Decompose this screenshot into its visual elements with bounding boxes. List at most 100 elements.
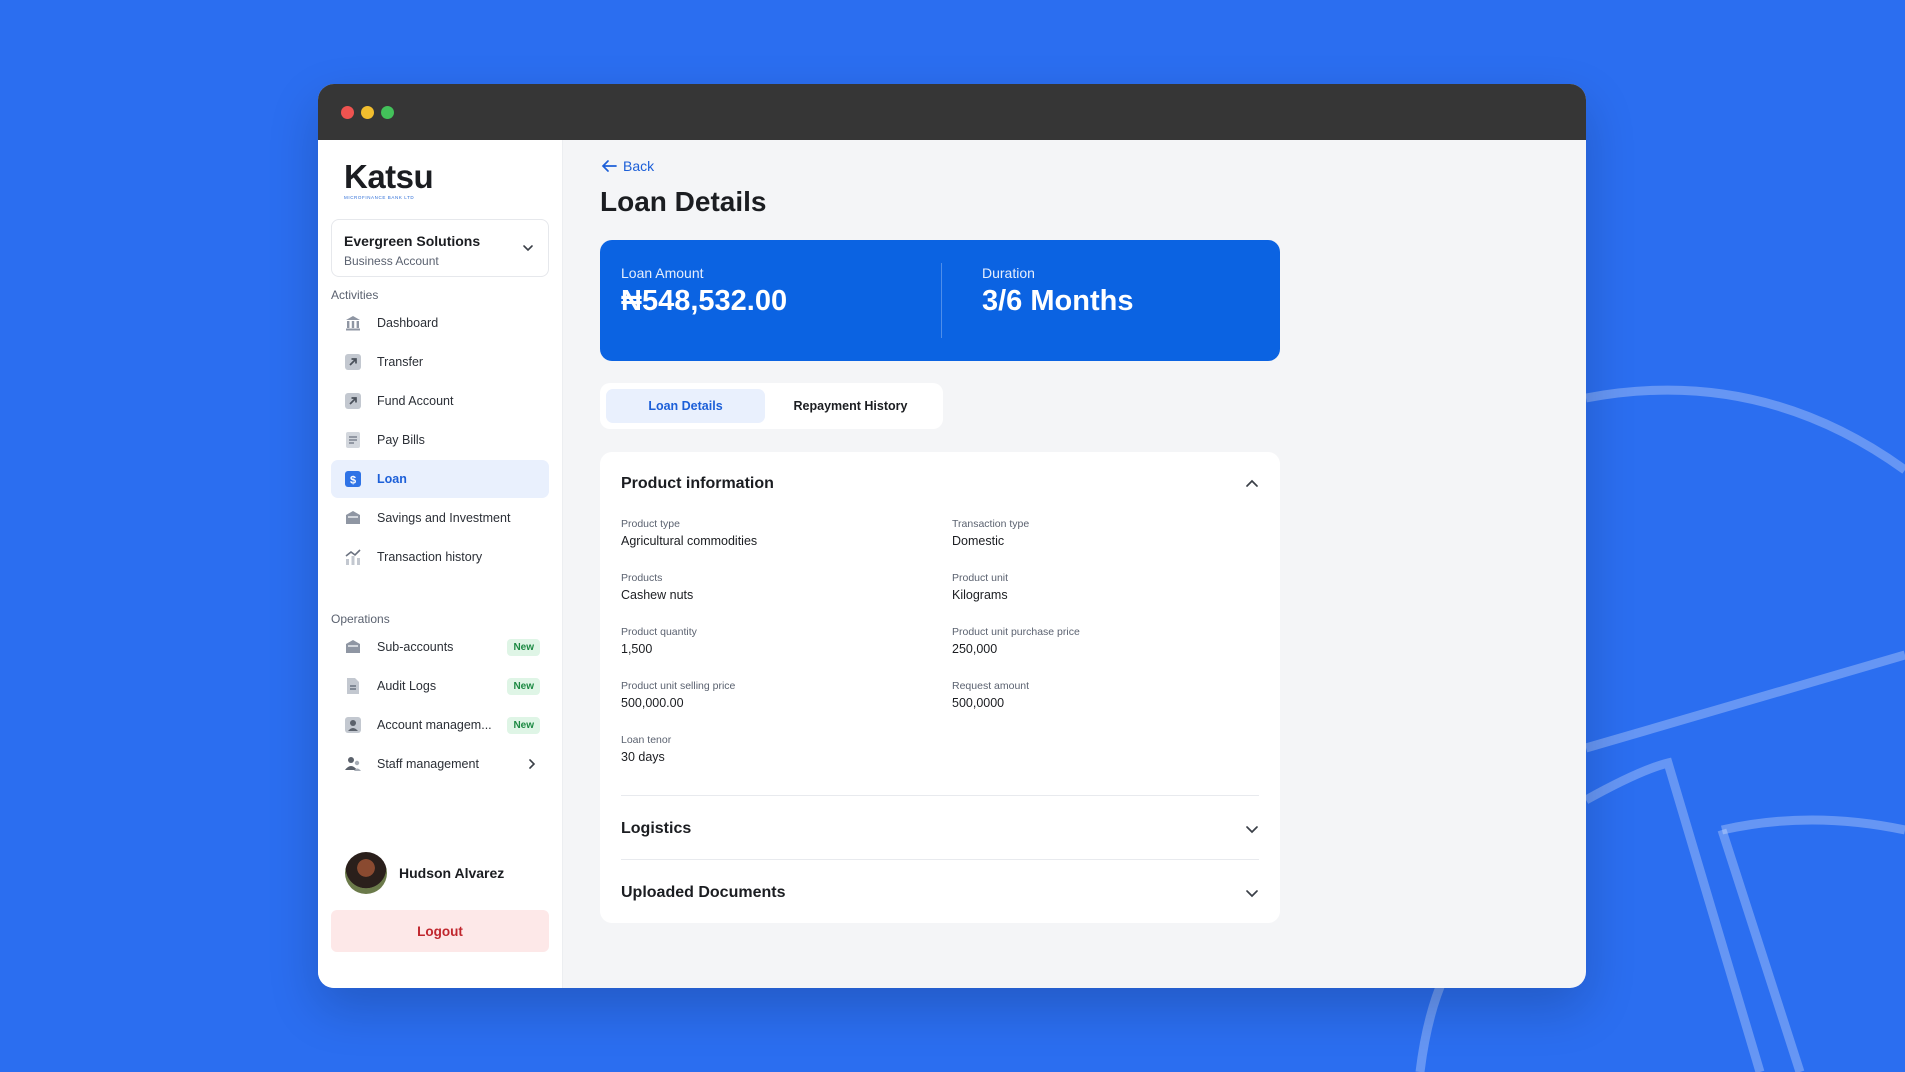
duration-label: Duration — [982, 265, 1035, 281]
sidebar-item-label: Staff management — [377, 757, 479, 771]
field-value: 500,000.00 — [621, 696, 684, 710]
chevron-right-icon — [529, 759, 536, 769]
uploaded-documents-title: Uploaded Documents — [621, 884, 786, 901]
bill-icon — [343, 430, 363, 450]
account-type: Business Account — [344, 254, 439, 268]
avatar — [345, 852, 387, 894]
logistics-header[interactable]: Logistics — [621, 817, 1259, 841]
chevron-down-icon — [523, 245, 533, 252]
sidebar-item-savings-and-investment[interactable]: Savings and Investment — [331, 499, 549, 537]
chevron-down-icon — [1246, 826, 1258, 834]
field-product-type: Product type Agricultural commodities — [621, 518, 921, 548]
sidebar-item-label: Savings and Investment — [377, 511, 511, 525]
new-badge: New — [507, 717, 540, 734]
loan-details-card: Product information Product type Agricul… — [600, 452, 1280, 923]
user-name: Hudson Alvarez — [399, 865, 505, 881]
uploaded-documents-header[interactable]: Uploaded Documents — [621, 881, 1259, 905]
field-value: Domestic — [952, 534, 1005, 548]
sidebar-item-sub-accounts[interactable]: Sub-accounts New — [331, 628, 549, 666]
new-badge: New — [507, 678, 540, 695]
users-icon — [343, 754, 363, 774]
account-switcher[interactable]: Evergreen Solutions Business Account — [331, 219, 549, 277]
sidebar-item-loan[interactable]: $ Loan — [331, 460, 549, 498]
arrow-left-icon — [601, 160, 617, 172]
sidebar-item-pay-bills[interactable]: Pay Bills — [331, 421, 549, 459]
maximize-window-dot[interactable] — [381, 106, 394, 119]
logout-button[interactable]: Logout — [331, 910, 549, 952]
document-icon — [343, 676, 363, 696]
duration-value: 3/6 Months — [982, 285, 1134, 317]
field-value: Cashew nuts — [621, 588, 694, 602]
summary-divider — [941, 263, 942, 338]
field-product-unit-selling-price: Product unit selling price 500,000.00 — [621, 680, 921, 710]
chart-icon — [343, 547, 363, 567]
field-value: 500,0000 — [952, 696, 1005, 710]
loan-amount-value: ₦548,532.00 — [621, 285, 788, 317]
sidebar-item-label: Account managem... — [377, 718, 492, 732]
account-name: Evergreen Solutions — [344, 233, 481, 249]
close-window-dot[interactable] — [341, 106, 354, 119]
sidebar-item-fund-account[interactable]: Fund Account — [331, 382, 549, 420]
arrow-up-right-icon — [343, 391, 363, 411]
field-product-unit: Product unit Kilograms — [952, 572, 1252, 602]
safe-icon — [343, 508, 363, 528]
sidebar-item-account-management[interactable]: Account managem... New — [331, 706, 549, 744]
field-products: Products Cashew nuts — [621, 572, 921, 602]
arrow-up-right-icon — [343, 352, 363, 372]
field-value: 250,000 — [952, 642, 998, 656]
field-label: Request amount — [952, 680, 1030, 692]
field-request-amount: Request amount 500,0000 — [952, 680, 1252, 710]
activities-section-title: Activities — [331, 288, 379, 302]
back-link[interactable]: Back — [601, 158, 654, 174]
sidebar-item-label: Transaction history — [377, 550, 483, 564]
loan-amount-label: Loan Amount — [621, 265, 704, 281]
main-content: Back Loan Details Loan Amount ₦548,532.0… — [563, 140, 1586, 988]
user-profile[interactable]: Hudson Alvarez — [345, 852, 504, 894]
sidebar-item-label: Sub-accounts — [377, 640, 454, 654]
sidebar-item-transaction-history[interactable]: Transaction history — [331, 538, 549, 576]
sidebar-item-label: Loan — [377, 472, 407, 486]
dollar-icon: $ — [343, 469, 363, 489]
sidebar-item-label: Transfer — [377, 355, 424, 369]
app-window: Katsu MICROFINANCE BANK LTD Evergreen So… — [318, 84, 1586, 988]
field-label: Loan tenor — [621, 734, 672, 746]
field-value: Kilograms — [952, 588, 1008, 602]
field-label: Transaction type — [952, 518, 1030, 530]
product-information-title: Product information — [621, 475, 774, 492]
field-label: Product unit — [952, 572, 1009, 584]
new-badge: New — [507, 639, 540, 656]
sidebar-item-label: Audit Logs — [377, 679, 437, 693]
sidebar-item-audit-logs[interactable]: Audit Logs New — [331, 667, 549, 705]
user-card-icon — [343, 715, 363, 735]
detail-tabs: Loan Details Repayment History — [600, 383, 943, 429]
loan-summary-card: Loan Amount ₦548,532.00 Duration 3/6 Mon… — [600, 240, 1280, 361]
sidebar-item-label: Dashboard — [377, 316, 439, 330]
page-title: Loan Details — [600, 186, 767, 217]
section-divider — [621, 859, 1259, 860]
field-transaction-type: Transaction type Domestic — [952, 518, 1252, 548]
sidebar: Katsu MICROFINANCE BANK LTD Evergreen So… — [318, 140, 563, 988]
field-label: Product unit purchase price — [952, 626, 1080, 638]
field-product-unit-purchase-price: Product unit purchase price 250,000 — [952, 626, 1252, 656]
logistics-title: Logistics — [621, 820, 692, 837]
product-information-header[interactable]: Product information — [621, 472, 1259, 496]
field-loan-tenor: Loan tenor 30 days — [621, 734, 921, 764]
field-label: Product type — [621, 518, 680, 530]
field-product-quantity: Product quantity 1,500 — [621, 626, 921, 656]
brand-tagline: MICROFINANCE BANK LTD — [344, 195, 415, 200]
minimize-window-dot[interactable] — [361, 106, 374, 119]
sidebar-item-dashboard[interactable]: Dashboard — [331, 304, 549, 342]
tab-repayment-history[interactable]: Repayment History — [771, 389, 930, 423]
chevron-up-icon — [1246, 479, 1258, 487]
brand-logo[interactable]: Katsu MICROFINANCE BANK LTD — [344, 160, 434, 201]
window-titlebar — [318, 84, 1586, 140]
field-value: Agricultural commodities — [621, 534, 758, 548]
sidebar-item-staff-management[interactable]: Staff management — [331, 745, 549, 783]
field-label: Product quantity — [621, 626, 697, 638]
folder-icon — [343, 637, 363, 657]
bank-icon — [343, 313, 363, 333]
field-value: 1,500 — [621, 642, 653, 656]
sidebar-item-transfer[interactable]: Transfer — [331, 343, 549, 381]
tab-loan-details[interactable]: Loan Details — [606, 389, 765, 423]
field-value: 30 days — [621, 750, 665, 764]
